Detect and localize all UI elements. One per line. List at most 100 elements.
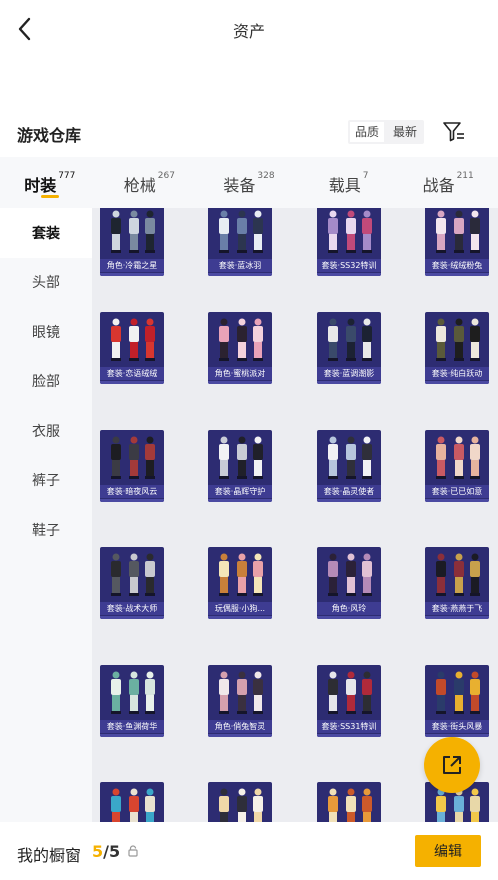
item-card[interactable]: 套装·纯白跃动 — [425, 312, 489, 384]
item-card[interactable]: 套装·恋语绒绒 — [100, 312, 164, 384]
item-card[interactable]: 套装·战术大师 — [100, 547, 164, 619]
share-fab[interactable] — [424, 737, 480, 793]
tab-count: 267 — [157, 171, 175, 181]
showcase-label: 我的橱窗 — [17, 846, 82, 865]
card-frame — [208, 499, 272, 502]
item-card[interactable]: 套装·SS31特训 — [317, 665, 381, 737]
item-name: 角色·风玲 — [317, 602, 381, 615]
item-name: 套装·蓝冰羽 — [208, 259, 272, 272]
item-name: 套装·SS31特训 — [317, 720, 381, 733]
item-card[interactable]: 角色·风玲 — [317, 547, 381, 619]
item-card[interactable]: 角色·冷霜之星 — [100, 208, 164, 276]
card-frame — [208, 273, 272, 276]
edit-button[interactable]: 编辑 — [415, 835, 481, 867]
tab-vehicles[interactable]: 载具 7 — [299, 157, 399, 208]
item-card[interactable]: 套装·晶辉守护 — [208, 430, 272, 502]
filter-button[interactable] — [442, 120, 466, 144]
item-card[interactable]: 套装·街头风暴 — [425, 665, 489, 737]
outfit-thumbnail — [111, 553, 155, 596]
card-frame — [100, 381, 164, 384]
item-card[interactable]: 套装·绒绒粉兔 — [425, 208, 489, 276]
item-name: 套装·街头风暴 — [425, 720, 489, 733]
item-card[interactable]: 套装·已已如意 — [425, 430, 489, 502]
sidebar: 套装 头部 眼镜 脸部 衣服 裤子 鞋子 — [0, 208, 92, 822]
tab-fashion[interactable]: 时装 777 — [0, 157, 100, 208]
outfit-thumbnail — [328, 436, 372, 479]
card-frame — [317, 499, 381, 502]
outfit-thumbnail — [219, 318, 263, 361]
item-grid[interactable]: 角色·冷霜之星 套装·蓝冰羽 套装·SS32特训 套装·绒绒粉兔套装·恋语绒绒 角色·蜜… — [92, 208, 498, 822]
top-bar: 资产 — [0, 0, 498, 58]
item-card[interactable]: 套装·暗夜风云 — [100, 430, 164, 502]
item-name: 套装·恋语绒绒 — [100, 367, 164, 380]
outfit-thumbnail — [436, 436, 480, 479]
sidebar-item-glasses[interactable]: 眼镜 — [0, 307, 92, 357]
showcase-total: 5 — [108, 842, 121, 861]
sidebar-item-face[interactable]: 脸部 — [0, 357, 92, 407]
item-name: 套装·鱼渊荷华 — [100, 720, 164, 733]
item-card[interactable]: 套装·SS32特训 — [317, 208, 381, 276]
card-frame — [100, 616, 164, 619]
tab-count: 7 — [362, 171, 369, 181]
card-frame — [317, 616, 381, 619]
outfit-thumbnail — [219, 671, 263, 714]
sidebar-item-head[interactable]: 头部 — [0, 258, 92, 308]
tab-label: 装备 — [223, 176, 256, 195]
outfit-thumbnail — [436, 210, 480, 253]
item-card[interactable]: 套装·蓝冰羽 — [208, 208, 272, 276]
sidebar-item-clothes[interactable]: 衣服 — [0, 406, 92, 456]
tab-count: 211 — [456, 171, 474, 181]
outfit-thumbnail — [328, 553, 372, 596]
sidebar-item-pants[interactable]: 裤子 — [0, 456, 92, 506]
item-name: 套装·晶灵使者 — [317, 485, 381, 498]
tab-label: 时装 — [24, 176, 57, 195]
outfit-thumbnail — [328, 210, 372, 253]
outfit-thumbnail — [111, 788, 155, 822]
item-card[interactable]: 角色·俏兔智灵 — [208, 665, 272, 737]
item-card[interactable] — [317, 782, 381, 822]
outfit-thumbnail — [111, 436, 155, 479]
outfit-thumbnail — [111, 671, 155, 714]
item-name: 角色·冷霜之星 — [100, 259, 164, 272]
card-frame — [100, 273, 164, 276]
item-card[interactable]: 套装·鱼渊荷华 — [100, 665, 164, 737]
card-frame — [425, 381, 489, 384]
tab-label: 枪械 — [123, 176, 156, 195]
tab-guns[interactable]: 枪械 267 — [100, 157, 200, 208]
category-tabs: 时装 777 枪械 267 装备 328 载具 7 战备 211 — [0, 157, 498, 208]
item-name: 套装·绒绒粉兔 — [425, 259, 489, 272]
item-name: 套装·纯白跃动 — [425, 367, 489, 380]
card-frame — [208, 616, 272, 619]
lock-icon — [128, 845, 138, 857]
outfit-thumbnail — [219, 210, 263, 253]
bottom-bar: 我的橱窗 5/5 编辑 — [0, 822, 498, 880]
item-card[interactable]: 套装·晶灵使者 — [317, 430, 381, 502]
item-card[interactable]: 套装·蓝调潮影 — [317, 312, 381, 384]
active-tab-indicator — [40, 195, 59, 198]
item-name: 玩偶服·小狗... — [208, 602, 272, 615]
tab-equipment[interactable]: 装备 328 — [199, 157, 299, 208]
item-card[interactable] — [208, 782, 272, 822]
tab-battle-prep[interactable]: 战备 211 — [398, 157, 498, 208]
item-card[interactable]: 套装·燕燕于飞 — [425, 547, 489, 619]
sort-toggle: 品质 最新 — [348, 120, 425, 144]
item-name: 角色·俏兔智灵 — [208, 720, 272, 733]
card-frame — [425, 616, 489, 619]
sidebar-item-suits[interactable]: 套装 — [0, 208, 92, 258]
item-card[interactable] — [100, 782, 164, 822]
sidebar-item-shoes[interactable]: 鞋子 — [0, 505, 92, 555]
card-frame — [317, 734, 381, 737]
outfit-thumbnail — [328, 318, 372, 361]
item-name: 套装·燕燕于飞 — [425, 602, 489, 615]
sort-option-quality[interactable]: 品质 — [350, 122, 385, 142]
item-card[interactable]: 角色·蜜桃派对 — [208, 312, 272, 384]
item-card[interactable]: 玩偶服·小狗... — [208, 547, 272, 619]
section-title: 游戏仓库 — [17, 126, 82, 145]
outfit-thumbnail — [436, 318, 480, 361]
outfit-thumbnail — [328, 671, 372, 714]
sort-option-newest[interactable]: 最新 — [386, 120, 424, 144]
item-name: 角色·蜜桃派对 — [208, 367, 272, 380]
filter-icon — [443, 122, 464, 142]
card-frame — [208, 734, 272, 737]
outfit-thumbnail — [436, 553, 480, 596]
